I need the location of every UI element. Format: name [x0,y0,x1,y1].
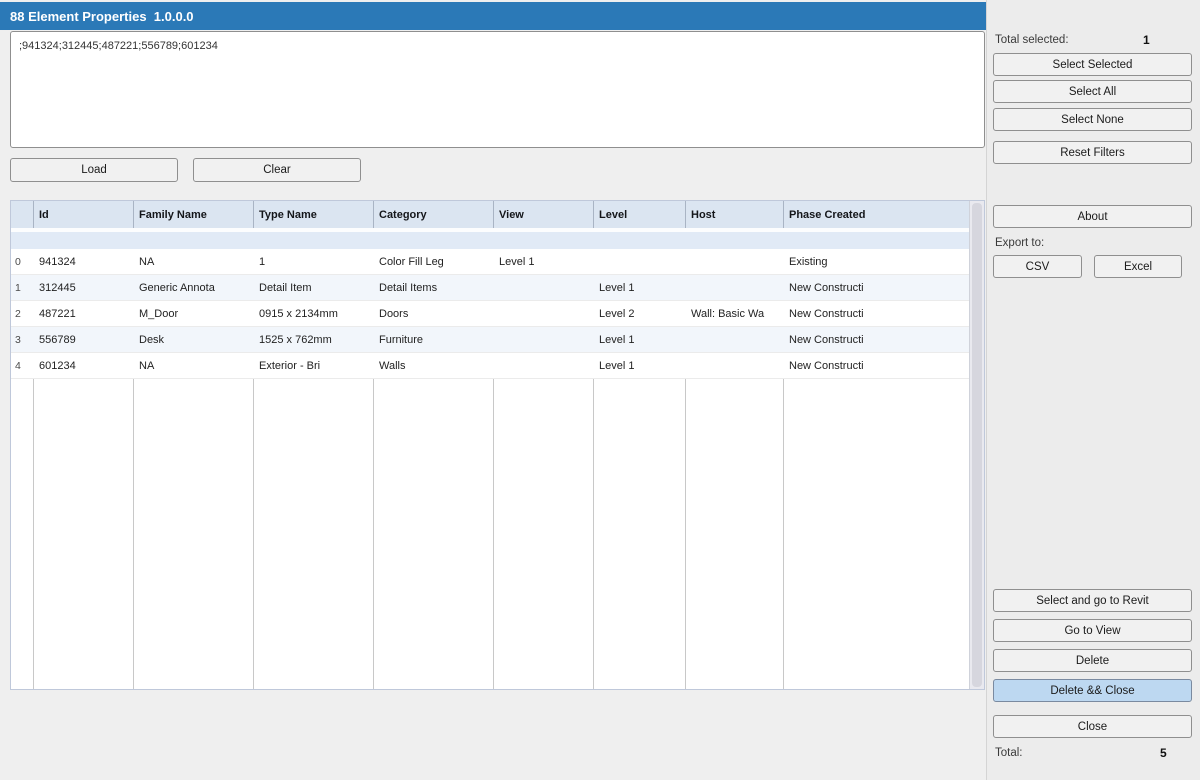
total-label: Total: [995,747,1023,759]
go-to-view-button[interactable]: Go to View [993,619,1192,642]
cell-category: Color Fill Leg [374,249,494,274]
column-header-id[interactable]: Id [34,201,134,228]
total-selected-value: 1 [1143,33,1150,47]
delete-and-close-button[interactable]: Delete && Close [993,679,1192,702]
table-filter-row[interactable] [11,232,969,249]
select-all-button[interactable]: Select All [993,80,1192,103]
cell-view [494,327,594,352]
table-vertical-scrollbar[interactable] [969,201,984,689]
cell-level: Level 1 [594,327,686,352]
cell-category: Detail Items [374,275,494,300]
cell-index: 4 [11,353,34,378]
export-csv-button[interactable]: CSV [993,255,1082,278]
cell-phase-created: Existing [784,249,969,274]
window-title: 88 Element Properties 1.0.0.0 [0,9,194,24]
cell-family-name: NA [134,249,254,274]
select-selected-button[interactable]: Select Selected [993,53,1192,76]
column-header-type-name[interactable]: Type Name [254,201,374,228]
reset-filters-button[interactable]: Reset Filters [993,141,1192,164]
cell-index: 1 [11,275,34,300]
window-titlebar[interactable]: 88 Element Properties 1.0.0.0 [0,2,986,30]
cell-phase-created: New Constructi [784,353,969,378]
cell-id: 487221 [34,301,134,326]
column-header-level[interactable]: Level [594,201,686,228]
table-row[interactable]: 3556789Desk1525 x 762mmFurniture Level 1 N… [11,327,969,353]
cell-host [686,275,784,300]
select-and-go-to-revit-button[interactable]: Select and go to Revit [993,589,1192,612]
cell-host [686,327,784,352]
cell-type-name: 1 [254,249,374,274]
column-header-category[interactable]: Category [374,201,494,228]
cell-type-name: Detail Item [254,275,374,300]
cell-index: 3 [11,327,34,352]
cell-category: Walls [374,353,494,378]
cell-level [594,249,686,274]
table-row[interactable]: 4601234NAExterior - BriWalls Level 1 New C… [11,353,969,379]
element-ids-input[interactable]: ;941324;312445;487221;556789;601234 [10,31,985,148]
column-header-family-name[interactable]: Family Name [134,201,254,228]
close-button[interactable]: Close [993,715,1192,738]
export-excel-button[interactable]: Excel [1094,255,1182,278]
cell-id: 312445 [34,275,134,300]
scrollbar-thumb[interactable] [972,203,982,687]
column-header-phase-created[interactable]: Phase Created [784,201,969,228]
table-body: 0941324NA1Color Fill LegLevel 1Existing1… [11,249,969,379]
cell-level: Level 2 [594,301,686,326]
cell-id: 941324 [34,249,134,274]
cell-type-name: 0915 x 2134mm [254,301,374,326]
cell-index: 0 [11,249,34,274]
cell-level: Level 1 [594,353,686,378]
column-header-host[interactable]: Host [686,201,784,228]
total-selected-label: Total selected: [995,34,1069,46]
table-row[interactable]: 2487221M_Door0915 x 2134mmDoors Level 2Wa… [11,301,969,327]
cell-type-name: 1525 x 762mm [254,327,374,352]
cell-index: 2 [11,301,34,326]
cell-id: 601234 [34,353,134,378]
cell-host: Wall: Basic Wa [686,301,784,326]
elements-table: Id Family Name Type Name Category View L… [10,200,985,690]
export-to-label: Export to: [995,237,1044,249]
cell-phase-created: New Constructi [784,327,969,352]
cell-id: 556789 [34,327,134,352]
cell-type-name: Exterior - Bri [254,353,374,378]
cell-view [494,353,594,378]
cell-category: Furniture [374,327,494,352]
table-row[interactable]: 1312445Generic AnnotaDetail ItemDetail I… [11,275,969,301]
column-header-view[interactable]: View [494,201,594,228]
load-button[interactable]: Load [10,158,178,182]
cell-view [494,275,594,300]
cell-view: Level 1 [494,249,594,274]
cell-phase-created: New Constructi [784,275,969,300]
delete-button[interactable]: Delete [993,649,1192,672]
app-window: 88 Element Properties 1.0.0.0 ;941324;31… [0,0,1200,780]
select-none-button[interactable]: Select None [993,108,1192,131]
cell-host [686,353,784,378]
about-button[interactable]: About [993,205,1192,228]
table-row[interactable]: 0941324NA1Color Fill LegLevel 1 Existing [11,249,969,275]
cell-family-name: Generic Annota [134,275,254,300]
cell-view [494,301,594,326]
total-value: 5 [1160,746,1167,760]
sidebar: Total selected: 1 Select Selected Select… [986,0,1200,780]
cell-family-name: M_Door [134,301,254,326]
cell-family-name: NA [134,353,254,378]
table-header-row: Id Family Name Type Name Category View L… [11,201,969,228]
table-empty-area [11,379,969,689]
cell-family-name: Desk [134,327,254,352]
cell-category: Doors [374,301,494,326]
cell-host [686,249,784,274]
header-row-selector[interactable] [11,201,34,228]
clear-button[interactable]: Clear [193,158,361,182]
cell-level: Level 1 [594,275,686,300]
cell-phase-created: New Constructi [784,301,969,326]
